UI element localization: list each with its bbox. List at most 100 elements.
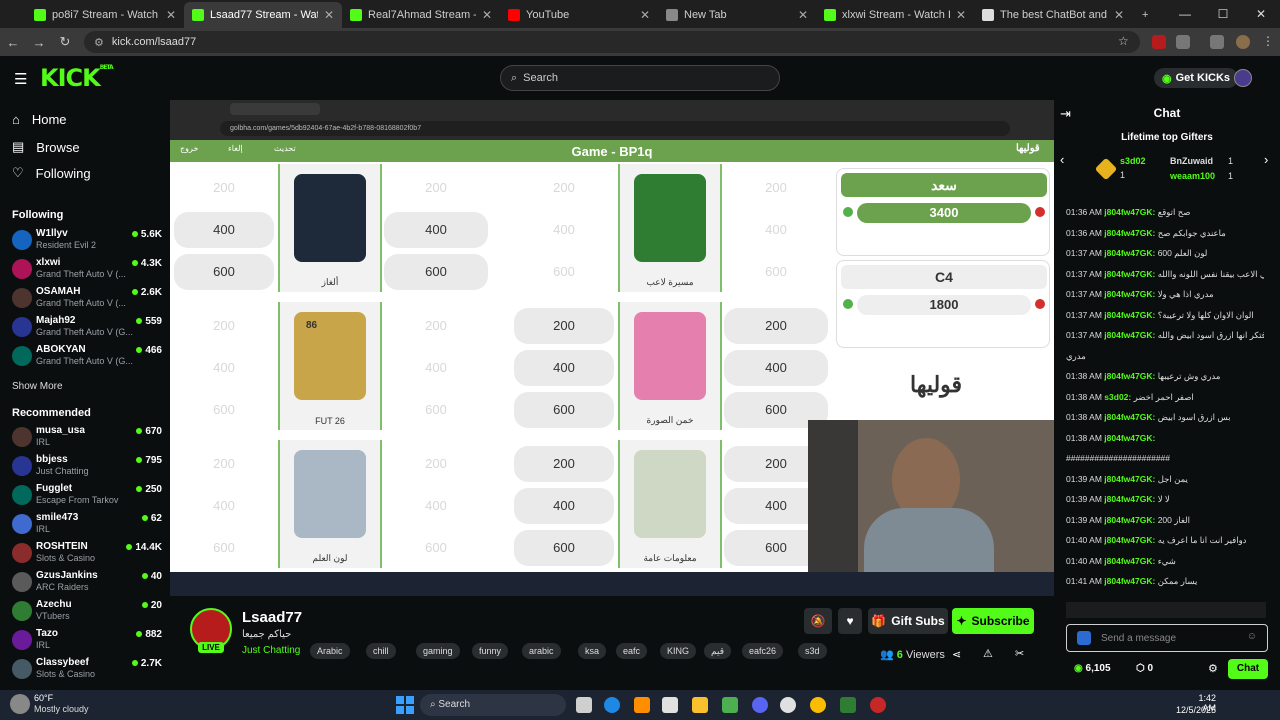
question-cell[interactable]: 400 (174, 488, 274, 524)
subscribe-button[interactable]: ✦ Subscribe (952, 608, 1034, 634)
message-username[interactable]: j804fw47GK: (1104, 576, 1155, 586)
cancel-game-button[interactable]: إلغاء (228, 144, 243, 153)
stream-category[interactable]: Just Chatting (242, 645, 300, 656)
clock-date[interactable]: 12/5/2025 (1172, 705, 1216, 715)
question-cell[interactable]: 400 (514, 350, 614, 386)
stream-tag[interactable]: arabic (522, 643, 561, 659)
discord-icon[interactable] (752, 697, 768, 713)
sidebar-channel[interactable]: xlxwi Grand Theft Auto V (... 4.3K (12, 256, 162, 282)
sidebar-channel[interactable]: smile473 IRL 62 (12, 511, 162, 537)
prev-gifters-icon[interactable]: ‹ (1060, 152, 1064, 167)
profile-avatar[interactable] (1236, 35, 1250, 49)
extension-icon[interactable] (1210, 35, 1224, 49)
question-cell[interactable]: 200 (514, 446, 614, 482)
message-username[interactable]: j804fw47GK: (1104, 228, 1155, 238)
close-tab-icon[interactable]: ✕ (640, 8, 650, 22)
get-kicks-button[interactable]: ◉ Get KICKs (1154, 68, 1239, 88)
task-view-icon[interactable] (576, 697, 592, 713)
exit-game-button[interactable]: خروج (180, 144, 198, 153)
question-cell[interactable]: 600 (724, 254, 828, 290)
sidebar-channel[interactable]: musa_usa IRL 670 (12, 424, 162, 450)
message-username[interactable]: j804fw47GK: (1104, 515, 1155, 525)
message-username[interactable]: j804fw47GK: (1104, 556, 1155, 566)
refresh-game-button[interactable]: تحديث (274, 144, 296, 153)
browser-menu-icon[interactable]: ⋮ (1262, 34, 1274, 48)
question-cell[interactable]: 400 (384, 350, 488, 386)
site-info-icon[interactable]: ⚙ (94, 36, 104, 49)
message-username[interactable]: j804fw47GK: (1104, 433, 1155, 443)
stream-tag[interactable]: ksa (578, 643, 607, 659)
sidebar-channel[interactable]: ROSHTEIN Slots & Casino 14.4K (12, 540, 162, 566)
report-icon[interactable]: ⚠ (983, 647, 993, 660)
kick-logo[interactable]: KICKBETA (40, 64, 114, 92)
message-username[interactable]: j804fw47GK: (1104, 412, 1155, 422)
add-points-icon[interactable] (843, 207, 853, 217)
question-cell[interactable]: 200 (174, 446, 274, 482)
message-username[interactable]: j804fw47GK: (1104, 289, 1155, 299)
share-icon[interactable]: ⋖ (952, 648, 961, 661)
message-username[interactable]: j804fw47GK: (1104, 207, 1155, 217)
question-cell[interactable]: 400 (384, 488, 488, 524)
question-cell[interactable]: 600 (514, 254, 614, 290)
mute-notifications-button[interactable]: 🔕 (804, 608, 832, 634)
question-cell[interactable]: 600 (174, 254, 274, 290)
stream-tag[interactable]: eafc (616, 643, 648, 659)
close-tab-icon[interactable]: ✕ (482, 8, 492, 22)
browser-tab[interactable]: New Tab ✕ (658, 2, 816, 28)
stream-tag[interactable]: eafc26 (742, 643, 784, 659)
next-gifters-icon[interactable]: › (1264, 152, 1268, 167)
nav-home[interactable]: ⌂ Home (12, 112, 67, 127)
question-cell[interactable]: 400 (514, 488, 614, 524)
browser-tab[interactable]: xlxwi Stream - Watch Live on K ✕ (816, 2, 974, 28)
question-cell[interactable]: 600 (384, 254, 488, 290)
message-username[interactable]: j804fw47GK: (1104, 330, 1155, 340)
close-tab-icon[interactable]: ✕ (798, 8, 808, 22)
question-cell[interactable]: 400 (174, 212, 274, 248)
nav-browse[interactable]: ▤ Browse (12, 139, 80, 155)
sidebar-channel[interactable]: Tazo IRL 882 (12, 627, 162, 653)
question-cell[interactable]: 400 (514, 212, 614, 248)
store-icon[interactable] (662, 697, 678, 713)
question-cell[interactable]: 200 (174, 170, 274, 206)
nav-following[interactable]: ♡ Following (12, 165, 91, 181)
stream-tag[interactable]: gaming (416, 643, 460, 659)
add-points-icon[interactable] (843, 299, 853, 309)
start-icon[interactable] (396, 696, 414, 714)
back-icon[interactable]: ← (0, 35, 26, 50)
sidebar-channel[interactable]: GzusJankins ARC Raiders 40 (12, 569, 162, 595)
question-cell[interactable]: 200 (724, 308, 828, 344)
question-cell[interactable]: 400 (174, 350, 274, 386)
close-tab-icon[interactable]: ✕ (1114, 8, 1124, 22)
remove-points-icon[interactable] (1035, 207, 1045, 217)
stream-video[interactable]: golbha.com/games/5db92404-67ae-4b2f-b788… (170, 100, 1054, 596)
maximize-icon[interactable]: ☐ (1204, 0, 1242, 28)
close-tab-icon[interactable]: ✕ (324, 8, 334, 22)
search-input[interactable]: ⌕ Search (500, 65, 780, 91)
sidebar-channel[interactable]: Fugglet Escape From Tarkov 250 (12, 482, 162, 508)
hamburger-menu-icon[interactable]: ☰ (14, 70, 27, 88)
close-tab-icon[interactable]: ✕ (166, 8, 176, 22)
sidebar-channel[interactable]: Majah92 Grand Theft Auto V (G... 559 (12, 314, 162, 340)
new-tab-button[interactable]: + (1134, 2, 1154, 28)
stream-tag[interactable]: Arabic (310, 643, 350, 659)
stream-tag[interactable]: قيم (704, 643, 732, 659)
streamer-name[interactable]: Lsaad77 (242, 609, 302, 626)
question-cell[interactable]: 200 (724, 170, 828, 206)
stream-tag[interactable]: s3d (798, 643, 827, 659)
extension-icon[interactable] (1152, 35, 1166, 49)
file-explorer-icon[interactable] (692, 697, 708, 713)
browser-tab[interactable]: po8i7 Stream - Watch Live on K ✕ (26, 2, 184, 28)
message-username[interactable]: j804fw47GK: (1104, 494, 1155, 504)
show-more-link[interactable]: Show More (12, 381, 63, 392)
chat-input[interactable]: Send a message ☺ (1066, 624, 1268, 652)
question-cell[interactable]: 200 (514, 308, 614, 344)
gift-subs-button[interactable]: 🎁 Gift Subs (868, 608, 948, 634)
bookmark-star-icon[interactable]: ☆ (1118, 34, 1129, 48)
clip-icon[interactable]: ✂ (1015, 647, 1024, 660)
question-cell[interactable]: 600 (384, 392, 488, 428)
sidebar-channel[interactable]: W1llyv Resident Evil 2 5.6K (12, 227, 162, 253)
browser-tab-active[interactable]: Lsaad77 Stream - Watch Live on ✕ (184, 2, 342, 28)
extension-icon[interactable] (1176, 35, 1190, 49)
question-cell[interactable]: 400 (724, 350, 828, 386)
close-window-icon[interactable]: ✕ (1242, 0, 1280, 28)
